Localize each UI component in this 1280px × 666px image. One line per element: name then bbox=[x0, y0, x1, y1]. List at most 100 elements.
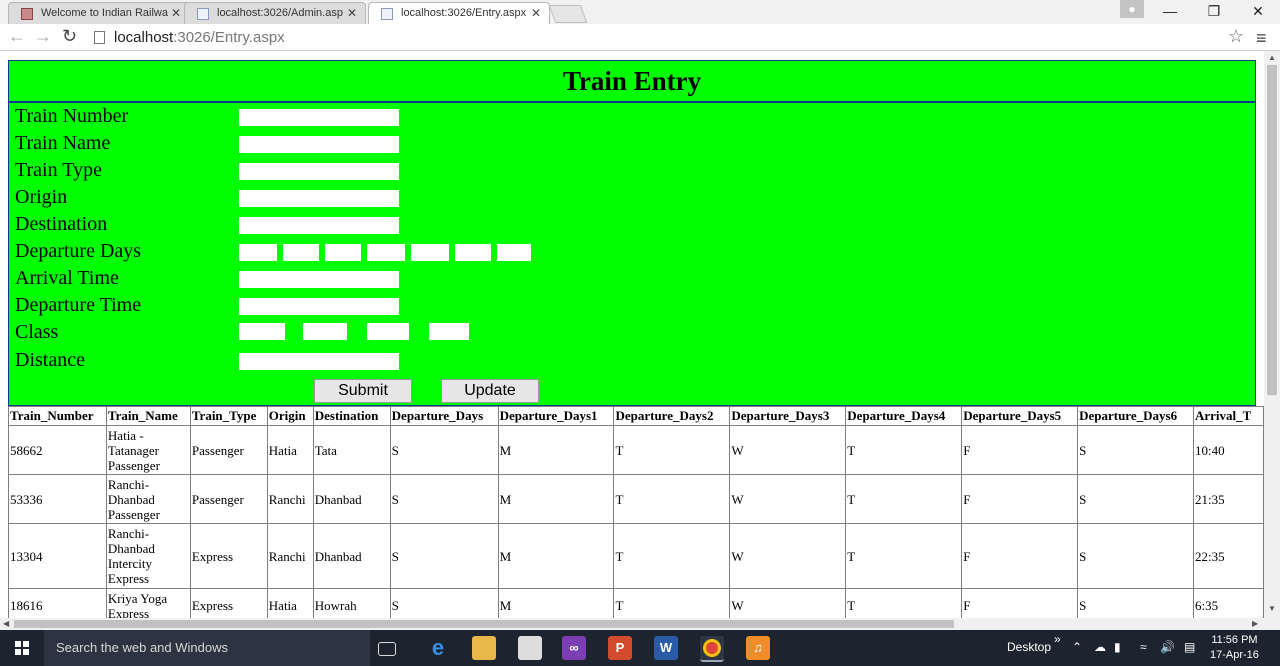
tab-indian-railways[interactable]: Welcome to Indian Railwa ✕ bbox=[8, 2, 190, 24]
column-header: Departure_Days1 bbox=[497, 406, 615, 426]
departure-day-input-2[interactable] bbox=[283, 244, 319, 261]
origin-input[interactable] bbox=[239, 190, 399, 207]
class-input-1[interactable] bbox=[239, 323, 285, 340]
restore-icon[interactable]: ❐ bbox=[1192, 0, 1236, 24]
departure-time-label: Departure Time bbox=[15, 294, 142, 316]
submit-button[interactable]: Submit bbox=[314, 379, 412, 403]
forward-arrow-icon[interactable]: → bbox=[34, 26, 52, 47]
class-input-3[interactable] bbox=[367, 323, 409, 340]
table-cell: Hatia bbox=[266, 425, 314, 475]
tab-title: localhost:3026/Admin.asp bbox=[217, 7, 343, 19]
table-cell: 58662 bbox=[8, 425, 107, 475]
departure-time-input[interactable] bbox=[239, 298, 399, 315]
uc-browser-icon[interactable]: ♫ bbox=[746, 636, 770, 660]
table-cell: Howrah bbox=[312, 588, 391, 618]
file-explorer-icon[interactable] bbox=[472, 636, 496, 660]
destination-input[interactable] bbox=[239, 217, 399, 234]
close-tab-icon[interactable]: ✕ bbox=[531, 6, 541, 20]
table-cell: 10:40 bbox=[1193, 425, 1264, 475]
scroll-left-icon[interactable]: ◀ bbox=[3, 619, 9, 628]
url-text[interactable]: localhost:3026/Entry.aspx bbox=[114, 29, 285, 46]
start-button[interactable] bbox=[0, 630, 44, 666]
show-hidden-icons-icon[interactable]: ⌃ bbox=[1072, 640, 1082, 654]
wifi-icon[interactable]: ≈ bbox=[1140, 640, 1147, 654]
toolbar-chevron-icon[interactable]: » bbox=[1054, 632, 1061, 646]
close-window-icon[interactable]: ✕ bbox=[1236, 0, 1280, 24]
table-cell: Passenger bbox=[189, 474, 268, 524]
distance-input[interactable] bbox=[239, 353, 399, 370]
vertical-scroll-thumb[interactable] bbox=[1267, 65, 1277, 395]
table-cell: Ranchi bbox=[266, 474, 314, 524]
class-input-4[interactable] bbox=[429, 323, 469, 340]
horizontal-scroll-thumb[interactable] bbox=[14, 620, 954, 628]
departure-day-input-3[interactable] bbox=[325, 244, 361, 261]
departure-day-input-7[interactable] bbox=[497, 244, 531, 261]
horizontal-scrollbar[interactable]: ◀ ▶ bbox=[0, 618, 1280, 630]
onedrive-icon[interactable]: ☁ bbox=[1094, 640, 1106, 654]
arrival-time-label: Arrival Time bbox=[15, 267, 119, 289]
table-cell: F bbox=[961, 523, 1079, 589]
trains-grid: Train_Number Train_Name Train_Type Origi… bbox=[8, 406, 1264, 618]
notifications-icon[interactable]: ▤ bbox=[1184, 640, 1195, 654]
browser-tab-strip: Welcome to Indian Railwa ✕ localhost:302… bbox=[0, 0, 1280, 24]
table-cell: Dhanbad bbox=[312, 474, 391, 524]
power-icon[interactable]: ▮ bbox=[1114, 640, 1121, 654]
search-placeholder: Search the web and Windows bbox=[56, 640, 228, 655]
scroll-right-icon[interactable]: ▶ bbox=[1252, 619, 1258, 628]
table-cell: S bbox=[1077, 474, 1194, 524]
visual-studio-icon[interactable]: ∞ bbox=[562, 636, 586, 660]
departure-day-input-4[interactable] bbox=[367, 244, 405, 261]
tab-title: localhost:3026/Entry.aspx bbox=[401, 7, 527, 19]
back-arrow-icon[interactable]: ← bbox=[8, 26, 26, 47]
table-cell: Hatia bbox=[266, 588, 314, 618]
table-cell: M bbox=[497, 523, 615, 589]
store-icon[interactable] bbox=[518, 636, 542, 660]
train-number-input[interactable] bbox=[239, 109, 399, 126]
browser-menu-icon[interactable]: ≡ bbox=[1256, 28, 1267, 49]
taskbar-clock[interactable]: 11:56 PM 17-Apr-16 bbox=[1210, 633, 1259, 663]
table-cell: Passenger bbox=[189, 425, 268, 475]
chrome-icon[interactable] bbox=[700, 636, 724, 662]
table-cell: 21:35 bbox=[1193, 474, 1264, 524]
word-icon[interactable]: W bbox=[654, 636, 678, 660]
table-cell: M bbox=[497, 474, 615, 524]
update-button[interactable]: Update bbox=[441, 379, 539, 403]
task-view-icon[interactable] bbox=[378, 642, 396, 656]
table-cell: Express bbox=[189, 588, 268, 618]
tab-entry[interactable]: localhost:3026/Entry.aspx ✕ bbox=[368, 2, 550, 24]
table-cell: S bbox=[389, 588, 499, 618]
departure-day-input-1[interactable] bbox=[239, 244, 277, 261]
railway-favicon-icon bbox=[21, 8, 33, 20]
train-type-input[interactable] bbox=[239, 163, 399, 180]
tab-admin[interactable]: localhost:3026/Admin.asp ✕ bbox=[184, 2, 366, 24]
departure-day-input-6[interactable] bbox=[455, 244, 491, 261]
departure-day-input-5[interactable] bbox=[411, 244, 449, 261]
table-cell: Dhanbad bbox=[312, 523, 391, 589]
new-tab-button[interactable] bbox=[548, 5, 588, 23]
train-entry-form: Train Entry Train Number Train Name Trai… bbox=[8, 60, 1256, 406]
vertical-scrollbar[interactable]: ▲ ▼ bbox=[1264, 51, 1280, 618]
windows-taskbar: Search the web and Windows e ∞ P W ♫ Des… bbox=[0, 630, 1280, 666]
table-cell: 22:35 bbox=[1193, 523, 1264, 589]
table-cell: W bbox=[729, 425, 847, 475]
bookmark-star-icon[interactable]: ☆ bbox=[1228, 26, 1244, 47]
arrival-time-input[interactable] bbox=[239, 271, 399, 288]
table-cell: T bbox=[845, 425, 963, 475]
edge-icon[interactable]: e bbox=[426, 636, 450, 660]
train-name-input[interactable] bbox=[239, 136, 399, 153]
address-bar[interactable]: localhost:3026/Entry.aspx bbox=[87, 26, 1255, 50]
reload-icon[interactable]: ↻ bbox=[62, 26, 77, 47]
desktop-toolbar-label[interactable]: Desktop bbox=[1007, 640, 1051, 654]
taskbar-search-box[interactable]: Search the web and Windows bbox=[44, 630, 370, 666]
class-input-2[interactable] bbox=[303, 323, 347, 340]
volume-icon[interactable]: 🔊 bbox=[1160, 640, 1175, 654]
minimize-icon[interactable]: — bbox=[1148, 0, 1192, 24]
scroll-up-icon[interactable]: ▲ bbox=[1268, 53, 1276, 62]
powerpoint-icon[interactable]: P bbox=[608, 636, 632, 660]
close-tab-icon[interactable]: ✕ bbox=[171, 6, 181, 20]
scroll-down-icon[interactable]: ▼ bbox=[1268, 604, 1276, 613]
user-profile-icon[interactable]: ● bbox=[1120, 0, 1144, 18]
column-header: Train_Type bbox=[189, 406, 268, 426]
close-tab-icon[interactable]: ✕ bbox=[347, 6, 357, 20]
table-cell: M bbox=[497, 425, 615, 475]
